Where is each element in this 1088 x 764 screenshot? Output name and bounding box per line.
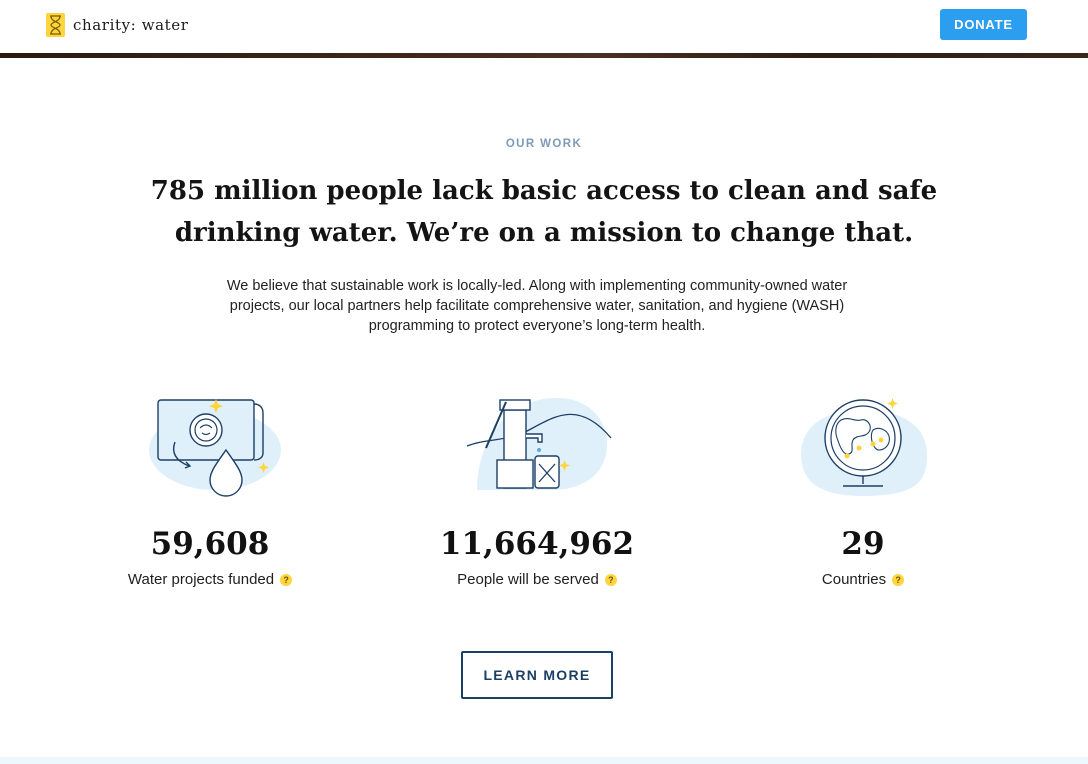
stat-countries: 29 Countries ? bbox=[713, 390, 1013, 588]
stat-value: 11,664,962 bbox=[439, 526, 635, 562]
help-icon[interactable]: ? bbox=[604, 573, 617, 586]
donate-button[interactable]: DONATE bbox=[940, 9, 1027, 40]
stat-label-row: People will be served ? bbox=[387, 571, 687, 588]
stat-label-row: Water projects funded ? bbox=[60, 571, 360, 588]
site-header: charity: water DONATE bbox=[0, 0, 1088, 54]
section-eyebrow: OUR WORK bbox=[505, 138, 583, 150]
jerry-can-logo-icon bbox=[46, 13, 65, 37]
stat-water-projects: 59,608 Water projects funded ? bbox=[60, 390, 360, 588]
water-pump-icon bbox=[466, 398, 612, 490]
stat-label: People will be served bbox=[457, 571, 599, 588]
stat-value: 59,608 bbox=[150, 526, 270, 562]
section-headline: 785 million people lack basic access to … bbox=[150, 176, 938, 248]
stat-label-row: Countries ? bbox=[713, 571, 1013, 588]
stat-label: Water projects funded bbox=[127, 571, 275, 588]
funding-icon bbox=[149, 399, 281, 497]
next-section-edge bbox=[0, 757, 1088, 764]
learn-more-button[interactable]: LEARN MORE bbox=[461, 651, 613, 699]
stat-people-served: 11,664,962 People will be served ? bbox=[387, 390, 687, 588]
logo-text: charity: water bbox=[73, 16, 189, 34]
section-body: We believe that sustainable work is loca… bbox=[226, 278, 848, 334]
logo[interactable]: charity: water bbox=[46, 12, 189, 38]
hero-image-strip bbox=[0, 53, 1088, 58]
globe-icon bbox=[801, 398, 927, 496]
stat-label: Countries bbox=[821, 571, 887, 588]
stat-value: 29 bbox=[841, 526, 885, 562]
help-icon[interactable]: ? bbox=[892, 573, 905, 586]
help-icon[interactable]: ? bbox=[280, 573, 293, 586]
